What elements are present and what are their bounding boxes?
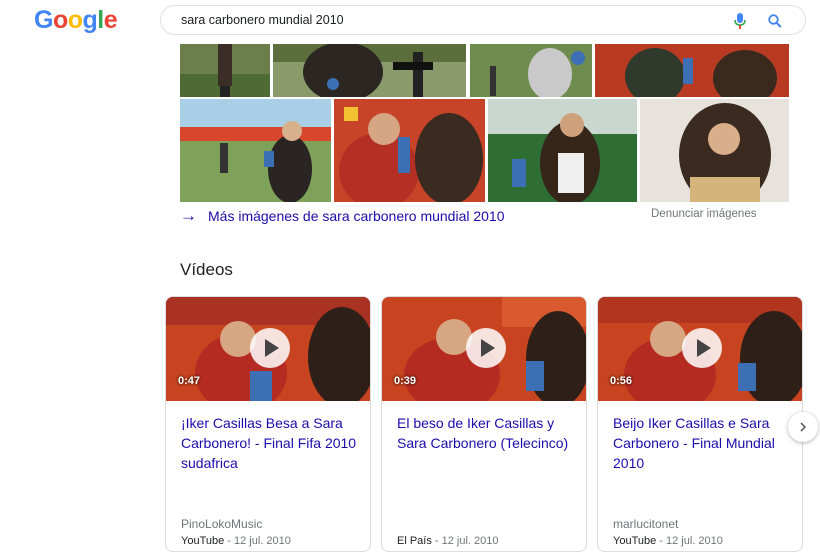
- video-source: YouTube - 12 jul. 2010: [613, 535, 723, 547]
- next-videos-button[interactable]: [788, 412, 818, 442]
- video-thumbnail[interactable]: 0:56: [598, 297, 802, 401]
- video-duration: 0:47: [178, 375, 201, 387]
- play-icon[interactable]: [466, 328, 506, 368]
- video-date: - 12 jul. 2010: [224, 535, 291, 547]
- image-result[interactable]: [640, 99, 789, 202]
- video-date: - 12 jul. 2010: [431, 535, 499, 547]
- play-icon[interactable]: [250, 328, 290, 368]
- arrow-right-icon: →: [180, 206, 197, 225]
- more-images-link[interactable]: → Más imágenes de sara carbonero mundial…: [180, 206, 505, 226]
- logo-letter: g: [82, 6, 98, 34]
- video-title[interactable]: El beso de Iker Casillas y Sara Carboner…: [397, 413, 577, 453]
- video-source-name: YouTube: [181, 535, 225, 547]
- image-result[interactable]: [488, 99, 637, 202]
- video-card[interactable]: 0:56 Beijo Iker Casillas e Sara Carboner…: [597, 296, 803, 552]
- image-result[interactable]: [273, 44, 466, 97]
- search-icon[interactable]: [767, 12, 783, 30]
- logo-letter: G: [34, 6, 53, 34]
- video-title[interactable]: ¡Iker Casillas Besa a Sara Carbonero! - …: [181, 413, 361, 473]
- image-result[interactable]: [180, 99, 331, 202]
- image-result[interactable]: [470, 44, 592, 97]
- video-date: - 12 jul. 2010: [656, 535, 723, 547]
- video-thumbnail[interactable]: 0:47: [166, 297, 370, 401]
- logo-letter: e: [103, 6, 118, 34]
- video-card[interactable]: 0:47 ¡Iker Casillas Besa a Sara Carboner…: [165, 296, 371, 552]
- report-images-link[interactable]: Denunciar imágenes: [651, 208, 756, 220]
- video-channel: marlucitonet: [613, 517, 679, 531]
- logo-letter: o: [67, 6, 83, 34]
- google-logo[interactable]: Google: [34, 6, 118, 35]
- videos-heading: Vídeos: [180, 260, 233, 279]
- video-source: El País - 12 jul. 2010: [397, 535, 499, 547]
- video-source: YouTube - 12 jul. 2010: [181, 535, 291, 547]
- video-duration: 0:39: [394, 375, 417, 387]
- video-duration: 0:56: [610, 375, 633, 387]
- logo-letter: o: [52, 6, 68, 34]
- video-source-name: YouTube: [613, 535, 657, 547]
- video-thumbnail[interactable]: 0:39: [382, 297, 586, 401]
- video-channel: PinoLokoMusic: [181, 517, 263, 531]
- image-result[interactable]: [180, 44, 270, 97]
- play-icon[interactable]: [682, 328, 722, 368]
- video-card[interactable]: 0:39 El beso de Iker Casillas y Sara Car…: [381, 296, 587, 552]
- header: Google: [0, 0, 820, 44]
- search-box: [160, 5, 806, 35]
- mic-icon[interactable]: [733, 12, 747, 30]
- video-source-name: El País: [397, 535, 432, 547]
- more-images-label: Más imágenes de sara carbonero mundial 2…: [208, 208, 505, 224]
- video-title[interactable]: Beijo Iker Casillas e Sara Carbonero - F…: [613, 413, 793, 473]
- image-result[interactable]: [595, 44, 789, 97]
- chevron-right-icon: [800, 422, 807, 432]
- image-result[interactable]: [334, 99, 485, 202]
- search-input[interactable]: [181, 11, 701, 29]
